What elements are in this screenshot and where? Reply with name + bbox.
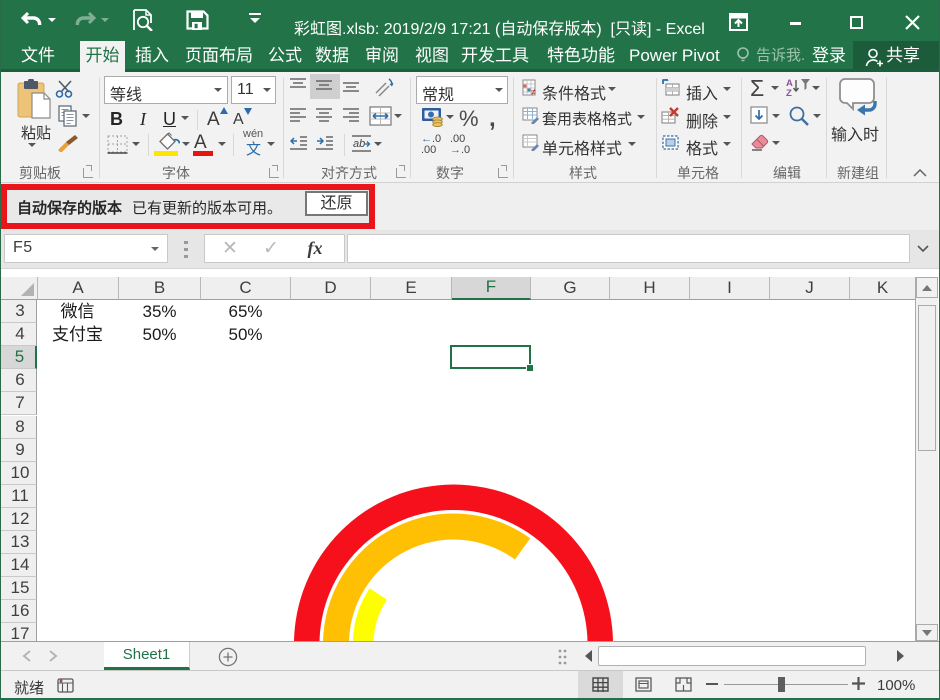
svg-text:Z: Z	[786, 88, 792, 96]
svg-text:ab: ab	[353, 138, 365, 150]
svg-text:≠: ≠	[531, 87, 536, 96]
